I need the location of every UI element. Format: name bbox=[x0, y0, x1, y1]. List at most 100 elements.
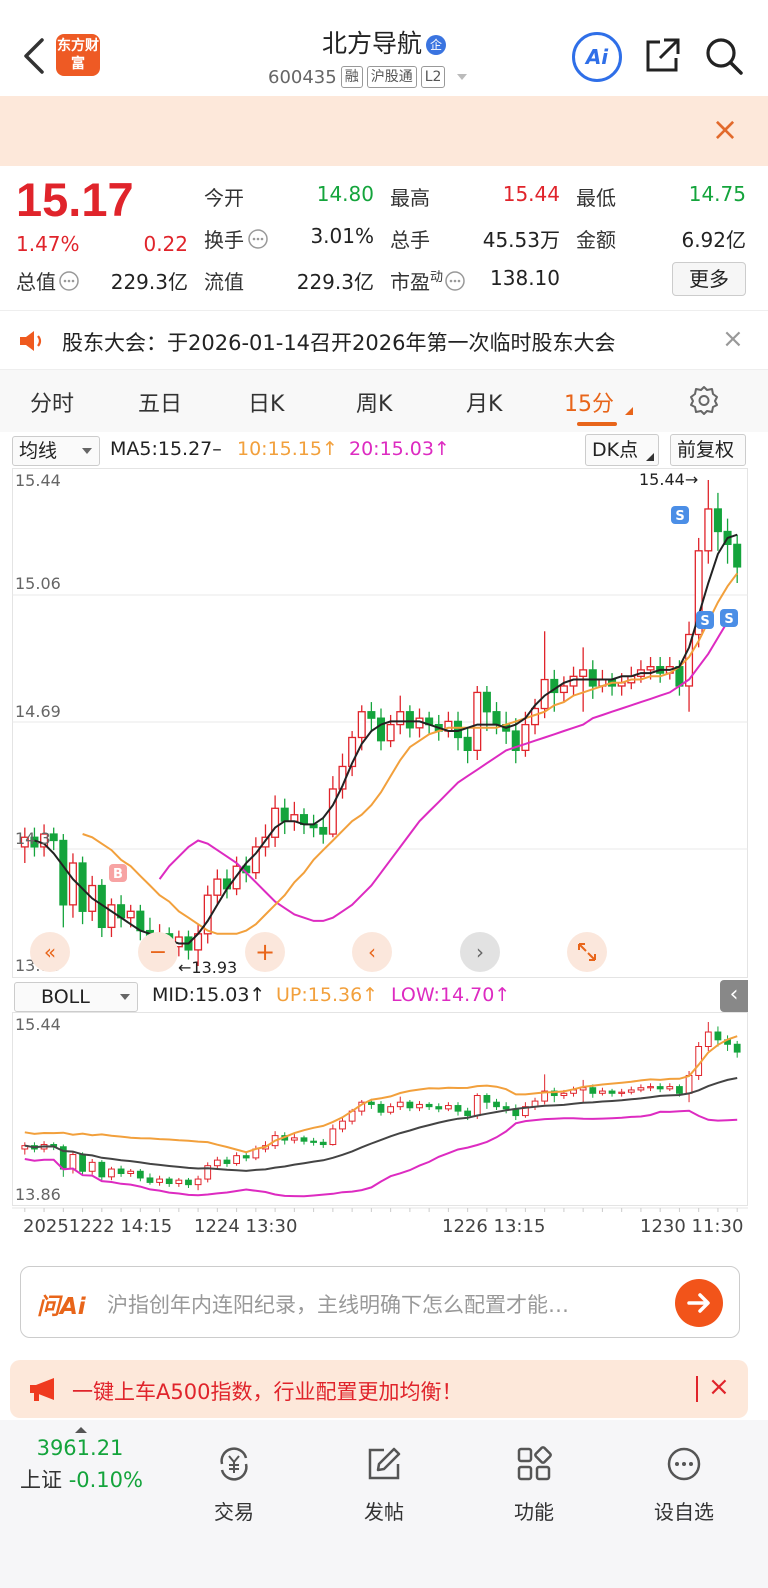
ai-question-box[interactable]: 问Ai 沪指创年内连阳纪录，主线明确下怎么配置才能… bbox=[20, 1266, 740, 1338]
candle-body bbox=[271, 807, 280, 838]
search-icon[interactable] bbox=[704, 36, 744, 76]
candle-body bbox=[387, 1106, 395, 1113]
candle-body bbox=[704, 1031, 712, 1048]
candle-body bbox=[733, 1043, 741, 1053]
kline-chart[interactable]: 15.44 15.06 14.69 14.3 13.93 15.44→ ←13.… bbox=[12, 468, 748, 978]
svg-text:‹: ‹ bbox=[368, 940, 376, 964]
y-tick-label: 14.3 bbox=[15, 829, 51, 848]
turnover-label-group[interactable]: 换手 bbox=[204, 224, 269, 253]
promo-bar[interactable]: 一键上车A500指数，行业配置更加均衡！ × bbox=[10, 1360, 748, 1418]
candle-body bbox=[127, 1170, 135, 1174]
svg-text:S: S bbox=[675, 509, 684, 524]
fullscreen-button[interactable] bbox=[567, 932, 607, 972]
share-icon[interactable] bbox=[644, 36, 682, 74]
low-value: 14.75 bbox=[688, 182, 746, 206]
candle-body bbox=[588, 669, 597, 687]
ai-go-button[interactable] bbox=[675, 1279, 723, 1327]
ai-logo: 问Ai bbox=[37, 1294, 86, 1320]
scroll-left-button[interactable]: ‹ bbox=[352, 932, 392, 972]
candle-body bbox=[627, 1089, 635, 1093]
y-tick-label: 15.06 bbox=[15, 574, 61, 593]
pe-value: 138.10 bbox=[490, 266, 560, 290]
zoom-in-button[interactable]: + bbox=[245, 932, 285, 972]
buy-signal-marker[interactable]: B bbox=[109, 864, 127, 882]
change-amount: 0.22 bbox=[143, 232, 188, 256]
candle-body bbox=[213, 878, 222, 896]
scroll-left-fast-button[interactable]: « bbox=[30, 932, 70, 972]
dk-point-button[interactable]: DK点 bbox=[585, 434, 659, 466]
ai-assistant-button[interactable]: Ai bbox=[572, 32, 622, 82]
candle-body bbox=[675, 666, 684, 687]
info-icon[interactable] bbox=[444, 270, 466, 292]
nav-functions[interactable]: 功能 bbox=[494, 1444, 574, 1525]
open-value: 14.80 bbox=[316, 182, 374, 206]
index-ticker[interactable]: 3961.21 上证 -0.10% bbox=[20, 1426, 143, 1494]
promo-banner: × bbox=[0, 96, 768, 166]
tab-five-day[interactable]: 五日 bbox=[138, 386, 182, 418]
tag-margin: 融 bbox=[340, 66, 363, 88]
high-label: 最高 bbox=[390, 186, 430, 210]
total-value-label-group[interactable]: 总值 bbox=[16, 266, 80, 295]
open-label: 今开 bbox=[204, 186, 244, 210]
tab-15min[interactable]: 15分 bbox=[564, 386, 614, 418]
y-tick-label: 14.69 bbox=[15, 702, 61, 721]
x-tick-label: 20251222 14:15 bbox=[23, 1216, 172, 1237]
tab-weekly-k[interactable]: 周K bbox=[356, 386, 392, 418]
ma10-value: 10:15.15↑ bbox=[237, 438, 338, 460]
amount-value: 6.92亿 bbox=[681, 228, 746, 252]
boll-up-value: UP:15.36↑ bbox=[276, 984, 379, 1006]
svg-text:S: S bbox=[724, 612, 733, 627]
sell-signal-marker[interactable]: S bbox=[671, 506, 689, 524]
candle-body bbox=[107, 904, 116, 929]
nav-post[interactable]: 发帖 bbox=[344, 1444, 424, 1525]
scroll-right-button[interactable]: › bbox=[460, 932, 500, 972]
tab-daily-k[interactable]: 日K bbox=[248, 386, 284, 418]
float-value: 229.3亿 bbox=[296, 270, 374, 294]
index-change: -0.10% bbox=[68, 1468, 143, 1492]
indicator-select-boll[interactable]: BOLL bbox=[14, 982, 138, 1012]
adjust-mode-button[interactable]: 前复权 bbox=[670, 434, 746, 466]
candle-body bbox=[329, 1128, 337, 1146]
banner-close-icon[interactable]: × bbox=[710, 113, 740, 145]
ma5-value: MA5:15.27– bbox=[110, 438, 222, 460]
candle-body bbox=[733, 543, 742, 568]
svg-text:›: › bbox=[476, 940, 484, 964]
candle-body bbox=[69, 1154, 77, 1170]
svg-text:−: − bbox=[149, 940, 167, 965]
candle-body bbox=[49, 833, 58, 842]
candle-body bbox=[108, 1168, 115, 1178]
stock-code: 600435 bbox=[268, 66, 337, 88]
turnover-label: 换手 bbox=[204, 228, 244, 252]
promo-text: 一键上车A500指数，行业配置更加均衡！ bbox=[72, 1380, 463, 1404]
x-tick-label: 1224 13:30 bbox=[194, 1216, 297, 1237]
edit-icon bbox=[368, 1447, 401, 1480]
notice-bar[interactable]: 股东大会：于2026-01-14召开2026年第一次临时股东大会 × bbox=[0, 310, 768, 370]
candle-body bbox=[608, 1090, 616, 1094]
indicator-select-label: 均线 bbox=[19, 440, 58, 462]
tab-intraday[interactable]: 分时 bbox=[30, 386, 74, 418]
more-button[interactable]: 更多 bbox=[672, 262, 746, 296]
indicator-select-ma[interactable]: 均线 bbox=[12, 436, 100, 466]
nav-add-watchlist[interactable]: 设自选 bbox=[644, 1444, 724, 1525]
pe-label-group[interactable]: 市盈 动 bbox=[390, 266, 466, 295]
candle-body bbox=[98, 1161, 106, 1178]
sell-signal-marker[interactable]: S bbox=[696, 611, 714, 629]
zoom-out-button[interactable]: − bbox=[138, 932, 178, 972]
promo-close-icon[interactable]: × bbox=[708, 1372, 730, 1402]
y-tick-label: 15.44 bbox=[15, 471, 61, 490]
boll-chart[interactable]: 15.44 13.86 bbox=[12, 1012, 748, 1206]
candle-body bbox=[59, 839, 68, 906]
nav-trade[interactable]: 交易 bbox=[194, 1444, 274, 1525]
stock-code-row[interactable]: 600435 融 沪股通 L2 bbox=[268, 66, 473, 88]
collapse-panel-button[interactable]: ‹ bbox=[720, 980, 748, 1012]
candle-body bbox=[483, 1095, 491, 1103]
sell-signal-marker[interactable]: S bbox=[720, 609, 738, 627]
gear-icon[interactable] bbox=[688, 384, 720, 416]
candle-body bbox=[175, 1179, 183, 1185]
candle-body bbox=[68, 862, 77, 906]
info-icon[interactable] bbox=[58, 270, 80, 292]
tab-monthly-k[interactable]: 月K bbox=[466, 386, 502, 418]
candle-body bbox=[713, 508, 722, 533]
notice-close-icon[interactable]: × bbox=[722, 325, 746, 353]
info-icon[interactable] bbox=[247, 228, 269, 250]
